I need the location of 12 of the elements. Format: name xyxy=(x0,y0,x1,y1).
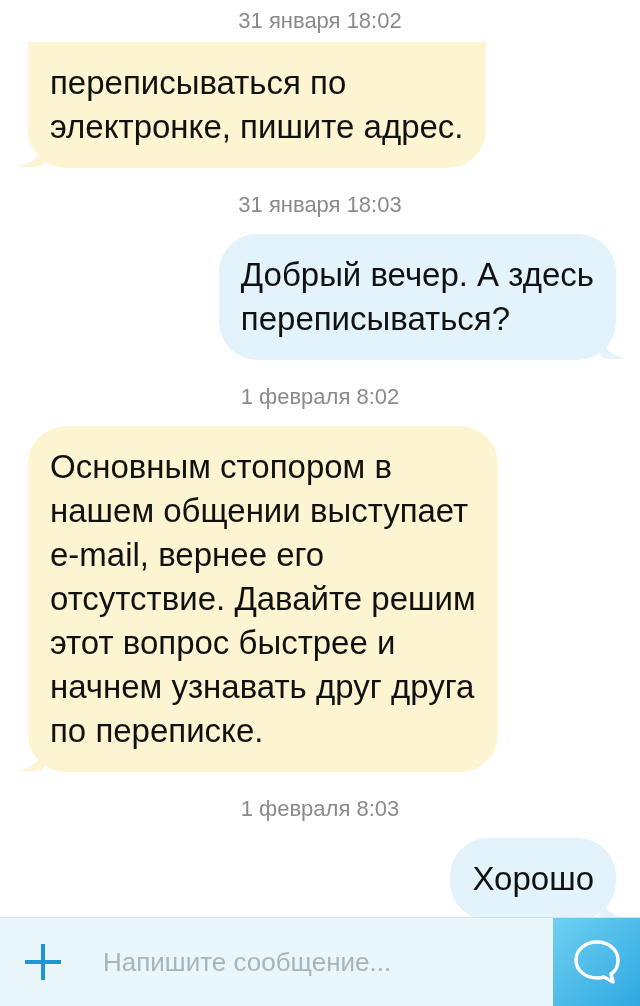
date-label: 1 февраля 8:02 xyxy=(240,384,400,410)
message-bubble: Основным стопором в нашем общении выступает e-mail, вернее его отсутствие. Давайте решим этот вопрос быстрее и начнем узнавать друг друга по переписке. xyxy=(28,426,498,772)
message-input[interactable]: Напишите сообщение... xyxy=(103,946,553,978)
date-label: 1 февраля 8:03 xyxy=(240,796,400,822)
speech-bubble-icon xyxy=(571,937,622,987)
send-button[interactable] xyxy=(553,918,640,1006)
plus-icon[interactable] xyxy=(23,942,63,982)
message-bubble: переписываться по электронке, пишите адрес. xyxy=(28,42,486,168)
date-label: 31 января 18:03 xyxy=(238,192,402,218)
message-bubble: Добрый вечер. А здесь переписываться? xyxy=(218,234,616,360)
date-label: 31 января 18:02 xyxy=(238,8,402,34)
message-bubble: Хорошо xyxy=(450,838,616,917)
